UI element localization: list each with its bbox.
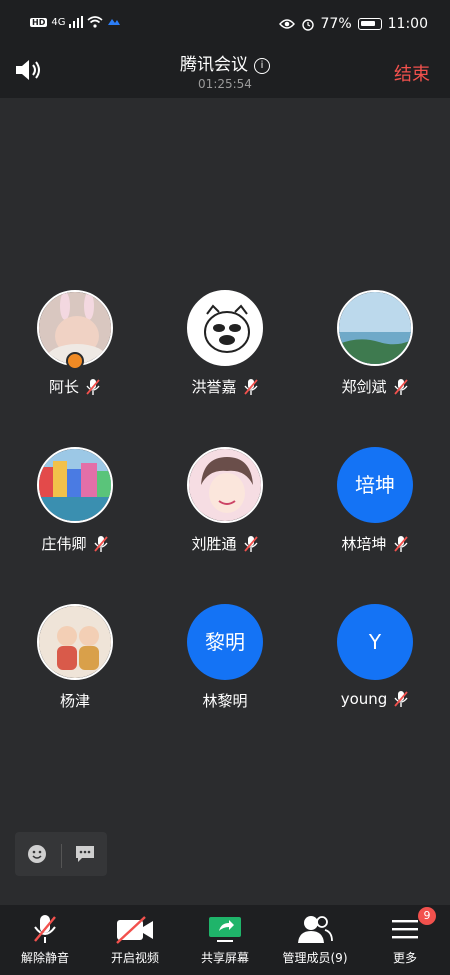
mic-muted-icon bbox=[93, 535, 108, 552]
end-meeting-button[interactable]: 结束 bbox=[394, 60, 430, 86]
participant-name: 杨津 bbox=[59, 692, 90, 710]
start-video-label: 开启视频 bbox=[110, 951, 159, 965]
chat-icon[interactable] bbox=[75, 845, 95, 863]
avatar bbox=[37, 604, 113, 680]
mic-muted-icon bbox=[86, 378, 100, 395]
anime-boy-icon bbox=[189, 449, 261, 521]
status-bar: HD 4G 77% 11:00 bbox=[0, 0, 450, 48]
participant-name: 林黎明 bbox=[202, 692, 248, 710]
participant-tile[interactable]: 培坤 林培坤 bbox=[300, 447, 450, 554]
mic-muted-icon bbox=[393, 535, 408, 552]
notification-badge: 9 bbox=[418, 907, 436, 925]
more-button[interactable]: 9 更多 bbox=[360, 905, 450, 975]
seaside-photo-icon bbox=[339, 292, 411, 364]
signal-label: 4G bbox=[51, 16, 66, 28]
meeting-header: 腾讯会议 i 01:25:54 结束 bbox=[0, 48, 450, 98]
wifi-icon bbox=[87, 16, 103, 28]
participant-name: young bbox=[340, 690, 388, 708]
mic-muted-icon bbox=[394, 691, 408, 707]
manage-members-label: 管理成员(9) bbox=[282, 951, 348, 965]
participant-tile[interactable]: 黎明 林黎明 bbox=[150, 604, 300, 711]
meeting-timer: 01:25:54 bbox=[198, 77, 252, 91]
unmute-button[interactable]: 解除静音 bbox=[0, 905, 90, 975]
avatar bbox=[37, 447, 113, 523]
share-screen-label: 共享屏幕 bbox=[200, 951, 249, 965]
signal-icon bbox=[69, 16, 84, 28]
emoji-icon[interactable] bbox=[27, 844, 47, 864]
participant-tile[interactable]: 庄伟卿 bbox=[0, 447, 150, 554]
mic-muted-icon bbox=[243, 535, 258, 552]
avatar-initials: 培坤 bbox=[337, 447, 413, 523]
participant-name: 林培坤 bbox=[341, 535, 387, 553]
mic-muted-icon bbox=[393, 378, 408, 395]
avatar-initials: Y bbox=[337, 604, 413, 680]
avatar bbox=[187, 447, 263, 523]
host-badge-icon bbox=[66, 352, 84, 370]
participant-name: 庄伟卿 bbox=[41, 535, 87, 553]
participant-name: 郑剑斌 bbox=[341, 378, 387, 396]
menu-icon bbox=[392, 920, 418, 939]
share-screen-button[interactable]: 共享屏幕 bbox=[180, 905, 270, 975]
participant-tile[interactable]: 杨津 bbox=[0, 604, 150, 711]
bottom-toolbar: 解除静音 开启视频 共享屏幕 管理成员(9) 9 更多 bbox=[0, 905, 450, 975]
app-notification-icon bbox=[108, 19, 121, 25]
mic-muted-icon bbox=[243, 378, 258, 395]
reaction-chat-box bbox=[15, 832, 107, 876]
participant-name: 洪誉嘉 bbox=[191, 378, 237, 396]
participant-tile[interactable]: 刘胜通 bbox=[150, 447, 300, 554]
cartoon-pig-icon bbox=[189, 292, 261, 364]
participant-tile[interactable]: 阿长 bbox=[0, 290, 150, 397]
video-off-icon bbox=[116, 916, 153, 944]
hd-icon: HD bbox=[30, 17, 48, 27]
mic-muted-icon bbox=[34, 915, 56, 943]
avatar-initials: 黎明 bbox=[187, 604, 263, 680]
members-icon bbox=[298, 916, 333, 943]
participant-name: 阿长 bbox=[48, 378, 79, 396]
participant-tile[interactable]: Y young bbox=[300, 604, 450, 708]
participant-name: 刘胜通 bbox=[191, 535, 237, 553]
manage-members-button[interactable]: 管理成员(9) bbox=[270, 905, 360, 975]
more-label: 更多 bbox=[392, 951, 417, 965]
avatar bbox=[187, 290, 263, 366]
share-screen-icon bbox=[209, 917, 241, 942]
start-video-button[interactable]: 开启视频 bbox=[90, 905, 180, 975]
clock: 11:00 bbox=[387, 16, 428, 32]
unmute-label: 解除静音 bbox=[20, 951, 69, 965]
participant-tile[interactable]: 洪誉嘉 bbox=[150, 290, 300, 397]
cartoon-couple-icon bbox=[39, 606, 111, 678]
battery-icon bbox=[357, 18, 382, 30]
meeting-title[interactable]: 腾讯会议 bbox=[180, 55, 248, 75]
battery-percent: 77% bbox=[320, 16, 352, 32]
colorful-houses-icon bbox=[39, 449, 111, 521]
info-icon[interactable]: i bbox=[254, 58, 270, 74]
avatar bbox=[337, 290, 413, 366]
participant-tile[interactable]: 郑剑斌 bbox=[300, 290, 450, 397]
divider bbox=[61, 844, 62, 868]
eye-icon bbox=[278, 19, 295, 29]
alarm-icon bbox=[301, 19, 314, 31]
